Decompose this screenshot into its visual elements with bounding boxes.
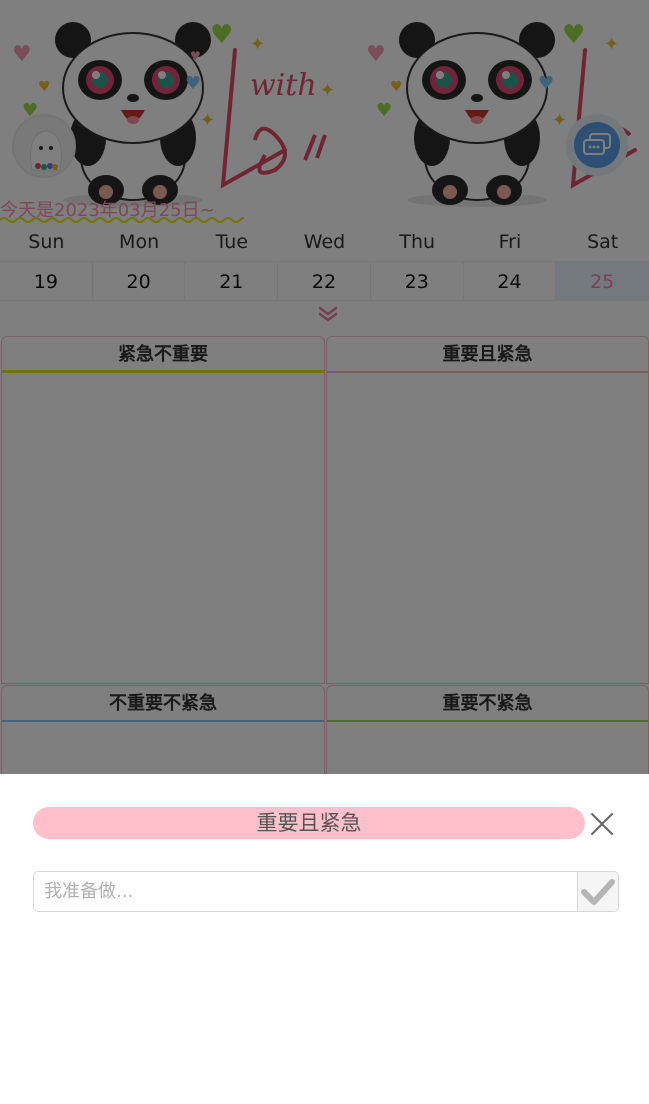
- add-task-sheet: 重要且紧急: [0, 774, 649, 1104]
- app-root: with: [0, 0, 649, 1104]
- task-input[interactable]: [34, 872, 577, 911]
- close-icon[interactable]: [588, 810, 616, 838]
- task-input-row: [33, 871, 619, 912]
- sheet-title: 重要且紧急: [33, 807, 585, 839]
- check-icon: [581, 878, 615, 905]
- confirm-button[interactable]: [577, 872, 618, 911]
